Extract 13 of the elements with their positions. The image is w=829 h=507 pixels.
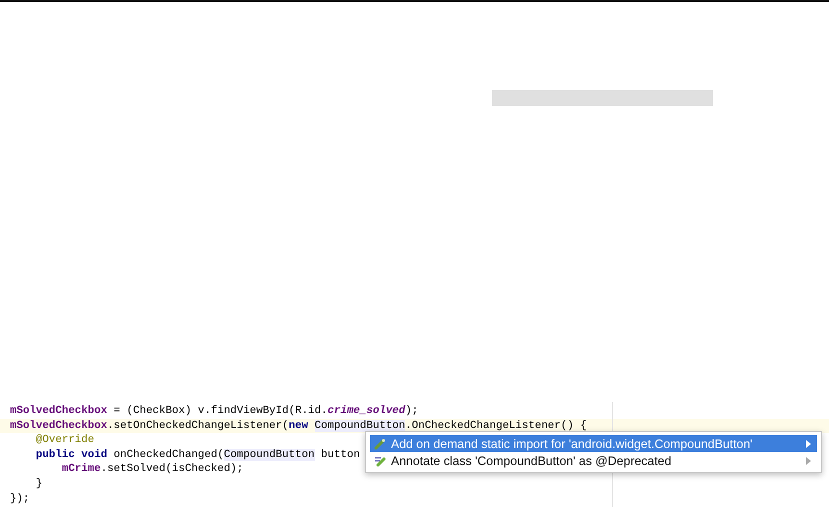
code-line: } [34, 476, 42, 492]
menu-item[interactable]: Annotate class 'CompoundButton' as @Deprecated [370, 452, 817, 469]
code-line: mCrime.setSolved(isChecked); [60, 462, 244, 477]
code-line: @Override [34, 433, 94, 448]
code-line: mSolvedCheckbox = (CheckBox) v.findViewById(R.id.crime_solved); [10, 404, 418, 419]
wand-icon [374, 438, 386, 450]
code-line: public void onCheckedChanged(CompoundButton button [34, 448, 360, 462]
code-line: }); [10, 492, 30, 506]
submenu-arrow-icon [806, 456, 811, 464]
menu-item[interactable]: Add on demand static import for 'android.widget.CompoundButton' [370, 435, 817, 452]
pencil-icon [374, 454, 386, 466]
code-line: mSolvedCheckbox.setOnCheckedChangeListener(new CompoundButton.OnCheckedChangeListener() { [10, 418, 587, 434]
submenu-arrow-icon [806, 440, 811, 448]
